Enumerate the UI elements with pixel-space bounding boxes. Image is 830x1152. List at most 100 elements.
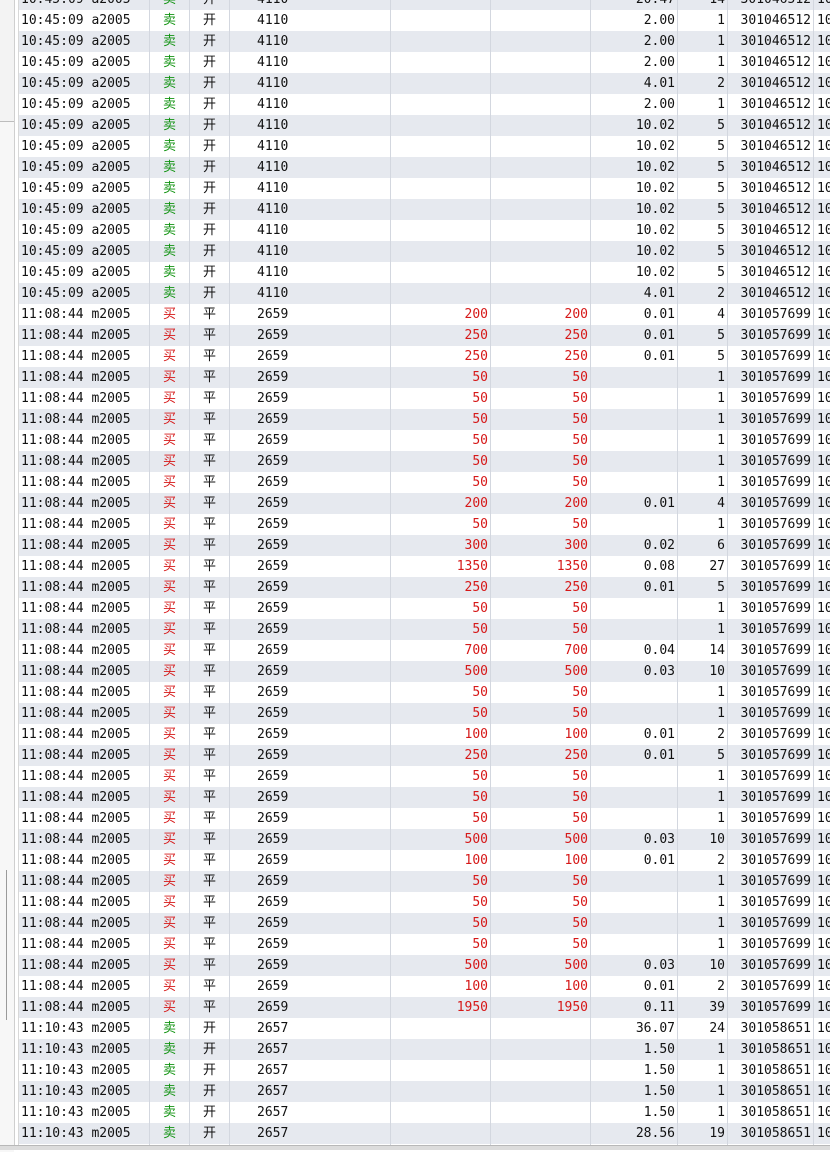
table-row[interactable]: 10:45:09 a2005卖开41102.001301046512106182… [19, 94, 830, 115]
direction-cell: 卖 [150, 1123, 190, 1144]
table-row[interactable]: 10:45:09 a2005卖开41104.012301046512106182… [19, 73, 830, 94]
time-cell: 11:08:44 m2005 [19, 304, 150, 325]
table-row[interactable]: 10:45:09 a2005卖开41102.001301046512106182… [19, 10, 830, 31]
time-cell: 11:08:44 m2005 [19, 682, 150, 703]
open-close-cell: 平 [190, 976, 230, 997]
trade-time: 11:08:44 [21, 475, 84, 490]
table-row[interactable]: 11:08:44 m2005买平265950501301057699107097… [19, 766, 830, 787]
table-row[interactable]: 11:08:44 m2005 买平 2659 250 250 0.01 5 301057699… [19, 325, 830, 346]
table-row[interactable]: 10:45:09 a2005卖开41104.012301046512106182… [19, 283, 830, 304]
table-row[interactable]: 10:45:09 a2005卖开411010.02530104651210618… [19, 178, 830, 199]
trade-time: 11:08:44 [21, 664, 84, 679]
table-row[interactable]: 11:08:44 m2005买平265950501301057699107097… [19, 388, 830, 409]
count-cell: 24 [678, 1018, 728, 1039]
table-row[interactable]: 10:45:09 a2005卖开41102.001301046512106182… [19, 31, 830, 52]
table-row[interactable]: 11:08:44 m2005买平265950501301057699107097… [19, 598, 830, 619]
amount-cell: 4.01 [591, 283, 678, 304]
table-row[interactable]: 11:08:44 m2005买平265950501301057699107097… [19, 934, 830, 955]
position-change-cell: 100 [491, 850, 591, 871]
table-row[interactable]: 11:08:44 m2005 买平 2659 1350 1350 0.08 27 301057… [19, 556, 830, 577]
table-row[interactable]: 11:08:44 m2005买平265950501301057699107097… [19, 619, 830, 640]
table-row[interactable]: 11:08:44 m2005买平265950501301057699107097… [19, 430, 830, 451]
table-row[interactable]: 10:45:09 a2005卖开411010.02530104651210618… [19, 262, 830, 283]
price-cell: 4110 [230, 94, 391, 115]
table-row[interactable]: 11:08:44 m2005买平265950501301057699107097… [19, 808, 830, 829]
table-row[interactable]: 11:08:44 m2005 买平 2659 100 100 0.01 2 301057699… [19, 724, 830, 745]
order-id-cell: 301057699 [728, 598, 814, 619]
table-row[interactable]: 11:08:44 m2005 买平 2659 250 250 0.01 5 301057699… [19, 346, 830, 367]
trade-time: 10:45:09 [21, 13, 84, 28]
amount-cell [591, 514, 678, 535]
price-cell: 4110 [230, 283, 391, 304]
table-row[interactable]: 10:45:09 a2005卖开41102.001301046512106182… [19, 52, 830, 73]
table-row[interactable]: 11:08:44 m2005买平265950501301057699107097… [19, 409, 830, 430]
position-change-cell: 50 [491, 913, 591, 934]
table-row[interactable]: 11:08:44 m2005买平265950501301057699107097… [19, 787, 830, 808]
table-row[interactable]: 11:08:44 m2005 买平 2659 1950 1950 0.11 39 301057… [19, 997, 830, 1018]
count-cell: 5 [678, 241, 728, 262]
time-cell: 11:08:44 m2005 [19, 598, 150, 619]
table-row[interactable]: 11:10:43 m2005卖开265728.56193010586511071… [19, 1123, 830, 1144]
trade-id-cell: 10618250 [817, 265, 830, 280]
trade-time: 10:45:09 [21, 139, 84, 154]
order-id-cell: 301057699 [728, 535, 814, 556]
table-row[interactable]: 11:10:43 m2005卖开26571.501301058651107164… [19, 1039, 830, 1060]
table-row[interactable]: 11:10:43 m2005卖开26571.501301058651107164… [19, 1102, 830, 1123]
table-row[interactable]: 11:08:44 m2005 买平 2659 250 250 0.01 5 301057699… [19, 577, 830, 598]
table-row[interactable]: 11:08:44 m2005 买平 2659 100 100 0.01 2 301057699… [19, 850, 830, 871]
table-row[interactable]: 11:08:44 m2005 买平 2659 500 500 0.03 10 30105769… [19, 661, 830, 682]
left-panel-splitter[interactable] [0, 121, 14, 1152]
table-row[interactable]: 11:08:44 m2005买平265950501301057699107097… [19, 367, 830, 388]
volume-cell: 100 [391, 976, 491, 997]
time-cell: 11:08:44 m2005 [19, 619, 150, 640]
trade-id-cell: 10709715 [817, 454, 830, 469]
trade-time: 10:45:09 [21, 97, 84, 112]
order-id-cell: 301057699 [728, 724, 814, 745]
table-row[interactable]: 11:10:43 m2005卖开26571.501301058651107164… [19, 1081, 830, 1102]
table-row[interactable]: 10:45:09 a2005卖开411010.02530104651210618… [19, 157, 830, 178]
table-row[interactable]: 11:08:44 m2005 买平 2659 250 250 0.01 5 301057699… [19, 745, 830, 766]
table-row[interactable]: 11:08:44 m2005买平265950501301057699107097… [19, 892, 830, 913]
table-row[interactable]: 11:10:43 m2005卖开265736.07243010586511071… [19, 1018, 830, 1039]
contract-symbol: m2005 [91, 1126, 131, 1141]
table-row[interactable]: 11:08:44 m2005买平265950501301057699107097… [19, 451, 830, 472]
table-row[interactable]: 11:08:44 m2005 买平 2659 200 200 0.01 4 301057699… [19, 493, 830, 514]
table-row[interactable]: 11:08:44 m2005 买平 2659 700 700 0.04 14 30105769… [19, 640, 830, 661]
order-id-cell: 301046512 [728, 10, 814, 31]
table-row[interactable]: 10:45:09 a2005卖开411010.02530104651210618… [19, 136, 830, 157]
order-id-cell: 301057699 [728, 808, 814, 829]
time-cell: 10:45:09 a2005 [19, 115, 150, 136]
table-row[interactable]: 11:08:44 m2005 买平 2659 500 500 0.03 10 30105769… [19, 955, 830, 976]
price-cell: 4110 [230, 115, 391, 136]
table-row[interactable]: 11:08:44 m2005 买平 2659 100 100 0.01 2 301057699… [19, 976, 830, 997]
table-row[interactable]: 11:08:44 m2005买平265950501301057699107097… [19, 472, 830, 493]
table-row[interactable]: 11:08:44 m2005买平265950501301057699107097… [19, 514, 830, 535]
order-id-cell: 301058651 [728, 1102, 814, 1123]
table-row[interactable]: 11:08:44 m2005买平265950501301057699107097… [19, 871, 830, 892]
price-cell: 4110 [230, 10, 391, 31]
amount-cell [591, 430, 678, 451]
open-close-cell: 平 [190, 829, 230, 850]
time-cell: 11:08:44 m2005 [19, 892, 150, 913]
table-row[interactable]: 10:45:09 a2005卖开411010.02530104651210618… [19, 241, 830, 262]
table-row[interactable]: 11:08:44 m2005买平265950501301057699107097… [19, 913, 830, 934]
trade-id-cell: 10709717 [817, 496, 830, 511]
order-id-cell: 301057699 [728, 388, 814, 409]
table-row[interactable]: 11:08:44 m2005买平265950501301057699107097… [19, 682, 830, 703]
table-row[interactable]: 11:08:44 m2005买平265950501301057699107097… [19, 703, 830, 724]
table-row[interactable]: 10:45:09 a2005卖开411010.02530104651210618… [19, 199, 830, 220]
count-cell: 4 [678, 304, 728, 325]
trade-time: 11:08:44 [21, 1000, 84, 1015]
direction-cell: 买 [150, 598, 190, 619]
horizontal-scrollbar[interactable] [0, 1145, 830, 1150]
trade-id-cell: 10709709 [817, 328, 830, 343]
open-close-cell: 平 [190, 955, 230, 976]
table-row[interactable]: 10:45:09 a2005卖开411010.02530104651210618… [19, 220, 830, 241]
table-row[interactable]: 10:45:09 a2005卖开411020.47143010465121061… [19, 0, 830, 10]
table-row[interactable]: 10:45:09 a2005卖开411010.02530104651210618… [19, 115, 830, 136]
table-row[interactable]: 11:08:44 m2005 买平 2659 200 200 0.01 4 301057699… [19, 304, 830, 325]
table-row[interactable]: 11:10:43 m2005卖开26571.501301058651107164… [19, 1060, 830, 1081]
table-row[interactable]: 11:08:44 m2005 买平 2659 300 300 0.02 6 301057699… [19, 535, 830, 556]
price-cell: 2659 [230, 976, 391, 997]
table-row[interactable]: 11:08:44 m2005 买平 2659 500 500 0.03 10 30105769… [19, 829, 830, 850]
